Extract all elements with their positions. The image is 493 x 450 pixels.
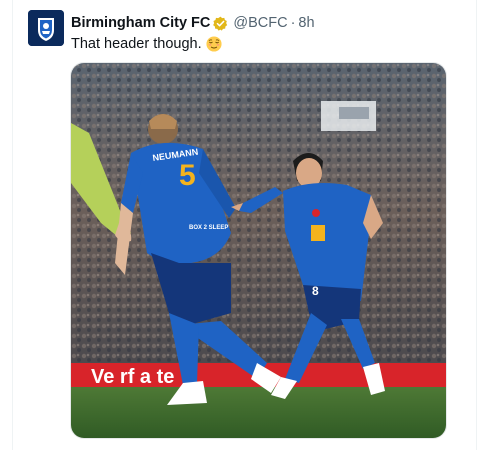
tweet-text: That header though. bbox=[71, 34, 222, 54]
match-photo: Ve rf a te 5 NEUMANN BOX 2 SLEEP 8 bbox=[71, 63, 446, 438]
birmingham-city-crest-icon bbox=[28, 10, 64, 46]
display-name[interactable]: Birmingham City FC bbox=[71, 15, 210, 31]
user-handle[interactable]: @BCFC bbox=[233, 15, 287, 31]
separator-dot: · bbox=[290, 15, 296, 31]
timestamp[interactable]: 8h bbox=[298, 15, 314, 31]
tweet-text-content: That header though. bbox=[71, 36, 202, 52]
timeline-border-left bbox=[12, 0, 13, 450]
tweet-header: Birmingham City FC @BCFC · 8h bbox=[71, 13, 315, 33]
tweet-media-photo[interactable]: Ve rf a te 5 NEUMANN BOX 2 SLEEP 8 bbox=[70, 62, 447, 439]
avatar[interactable] bbox=[28, 10, 64, 46]
relieved-face-emoji bbox=[206, 36, 222, 52]
pitch bbox=[71, 385, 446, 438]
timeline-border-right bbox=[476, 0, 477, 450]
tweet-page: Birmingham City FC @BCFC · 8h That heade… bbox=[0, 0, 493, 450]
verified-badge-icon bbox=[213, 16, 228, 31]
shorts-number: 8 bbox=[312, 284, 319, 298]
shirt-sponsor: BOX 2 SLEEP bbox=[189, 225, 228, 231]
shirt-number: 5 bbox=[179, 159, 196, 192]
stadium-window bbox=[339, 107, 369, 119]
advertising-board-text: Ve rf a te bbox=[91, 366, 174, 388]
